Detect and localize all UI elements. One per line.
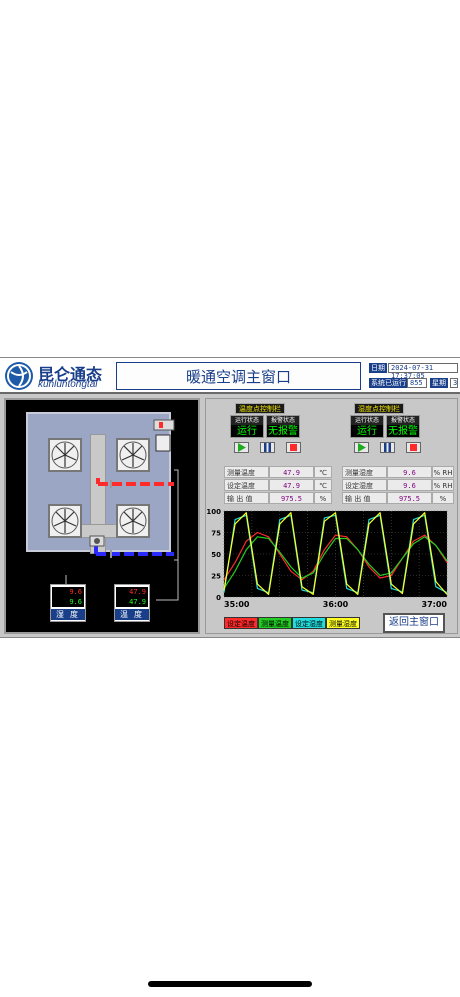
- pause-icon: [384, 443, 391, 452]
- humid-control-title: 湿度点控制栏: [354, 403, 404, 414]
- chart-y-tick-label: 25: [211, 573, 221, 581]
- temperature-display: 47.9 47.9: [116, 587, 148, 607]
- play-icon: [238, 443, 246, 452]
- window-title-text: 暖通空调主窗口: [185, 367, 291, 386]
- humidity-label: 湿度: [51, 609, 85, 620]
- readout-unit: ℃: [314, 479, 332, 491]
- play-icon: [358, 443, 366, 452]
- readout-unit: ℃: [314, 466, 332, 478]
- wifi-icon: [357, 28, 375, 39]
- readout-value: 975.5: [269, 492, 314, 504]
- readout-unit: % RH: [432, 466, 454, 478]
- humid-run-state: 运行状态 运行: [350, 415, 384, 438]
- uptime-value: 855: [407, 378, 427, 388]
- temperature-label: 温度: [115, 609, 149, 620]
- hmi-window: 昆仑通态 kunluntongtai 暖通空调主窗口 日期 2024-07-31…: [0, 357, 460, 638]
- date-label: 日期: [369, 363, 387, 373]
- readout-value: 9.6: [387, 466, 432, 478]
- temp-run-state-value: 运行: [237, 426, 257, 437]
- humidity-value-2: 9.6: [69, 598, 82, 606]
- phone-screen: 10:45 昆仑通态 kunluntongtai 暖通空调主窗口 日期 2024…: [0, 0, 460, 997]
- humidity-display: 9.6 9.6: [52, 587, 84, 607]
- temp-readout-row: 测量温度 47.9 ℃: [224, 466, 332, 478]
- home-indicator[interactable]: [148, 981, 312, 987]
- hmi-header: 昆仑通态 kunluntongtai 暖通空调主窗口 日期 2024-07-31…: [0, 358, 460, 394]
- temp-stop-button[interactable]: [286, 442, 301, 453]
- temp-readout-row: 设定温度 47.9 ℃: [224, 479, 332, 491]
- readout-value: 975.5: [387, 492, 432, 504]
- temp-play-button[interactable]: [234, 442, 249, 453]
- humid-run-state-value: 运行: [357, 426, 377, 437]
- humid-run-state-label: 运行状态: [351, 416, 383, 425]
- window-title: 暖通空调主窗口: [116, 362, 361, 390]
- logo-icon: [5, 362, 33, 390]
- readout-name: 测量湿度: [342, 466, 387, 478]
- temperature-value-2: 47.9: [129, 598, 146, 606]
- legend-item-measured-humid: 测量湿度: [326, 617, 360, 629]
- chart-y-tick-label: 75: [211, 530, 221, 538]
- readout-name: 设定湿度: [342, 479, 387, 491]
- humidity-sensor: 9.6 9.6 湿度: [50, 584, 86, 622]
- humidity-value-1: 9.6: [69, 588, 82, 596]
- return-main-window-button[interactable]: 返回主窗口: [383, 613, 445, 633]
- temp-alarm-state: 报警状态 无报警: [266, 415, 300, 438]
- pause-icon: [264, 443, 271, 452]
- date-value: 2024-07-31 17:37:05: [388, 363, 458, 380]
- legend-item-measured-temp: 测量温度: [258, 617, 292, 629]
- battery-icon: [386, 29, 411, 40]
- chart-x-tick-label: 35:00: [224, 600, 250, 609]
- temp-readouts: 测量温度 47.9 ℃ 设定温度 47.9 ℃ 输 出 值 975.5 %: [224, 466, 332, 504]
- legend-item-set-temp: 设定温度: [224, 617, 258, 629]
- temp-readout-row: 输 出 值 975.5 %: [224, 492, 332, 504]
- legend-item-set-humid: 设定湿度: [292, 617, 326, 629]
- readout-name: 输 出 值: [342, 492, 387, 504]
- readout-name: 输 出 值: [224, 492, 269, 504]
- week-value: 3: [450, 378, 458, 388]
- readout-unit: %: [432, 492, 454, 504]
- uptime-label: 系统已运行: [369, 378, 408, 388]
- temp-run-state: 运行状态 运行: [230, 415, 264, 438]
- status-icons: [356, 26, 416, 46]
- chart-y-tick-label: 100: [206, 509, 221, 516]
- humid-stop-button[interactable]: [406, 442, 421, 453]
- humid-readouts: 测量湿度 9.6 % RH 设定湿度 9.6 % RH 输 出 值 975.5 …: [342, 466, 454, 504]
- control-panel: 温度点控制栏 运行状态 运行 报警状态 无报警 湿度点控制栏 运行状态 运行 报…: [205, 398, 458, 634]
- readout-unit: % RH: [432, 479, 454, 491]
- readout-value: 9.6: [387, 479, 432, 491]
- stop-icon: [290, 444, 297, 451]
- temp-alarm-state-label: 报警状态: [267, 416, 299, 425]
- chart-y-tick-label: 0: [216, 594, 221, 602]
- humid-readout-row: 设定湿度 9.6 % RH: [342, 479, 454, 491]
- temperature-value-1: 47.9: [129, 588, 146, 596]
- readout-unit: %: [314, 492, 332, 504]
- temp-alarm-state-value: 无报警: [268, 426, 298, 437]
- readout-name: 设定温度: [224, 479, 269, 491]
- readout-value: 47.9: [269, 479, 314, 491]
- chart-y-tick-label: 50: [211, 551, 221, 559]
- humid-pause-button[interactable]: [380, 442, 395, 453]
- humid-readout-row: 测量湿度 9.6 % RH: [342, 466, 454, 478]
- schematic-panel: 9.6 9.6 湿度 47.9 47.9 温度: [4, 398, 200, 634]
- chart-x-tick-label: 36:00: [323, 600, 349, 609]
- temperature-sensor: 47.9 47.9 温度: [114, 584, 150, 622]
- temp-run-state-label: 运行状态: [231, 416, 263, 425]
- humid-alarm-state-label: 报警状态: [387, 416, 419, 425]
- trend-chart: 0 25 50 75 100 35:00 36:00 37:00: [206, 509, 448, 609]
- humid-readout-row: 输 出 值 975.5 %: [342, 492, 454, 504]
- chart-x-tick-label: 37:00: [422, 600, 448, 609]
- readout-name: 测量温度: [224, 466, 269, 478]
- temp-pause-button[interactable]: [260, 442, 275, 453]
- temp-control-title: 温度点控制栏: [235, 403, 285, 414]
- chart-legend: 设定温度 测量温度 设定湿度 测量湿度: [224, 617, 360, 629]
- humid-alarm-state-value: 无报警: [388, 426, 418, 437]
- week-label: 星期: [430, 378, 448, 388]
- humid-alarm-state: 报警状态 无报警: [386, 415, 420, 438]
- humid-play-button[interactable]: [354, 442, 369, 453]
- readout-value: 47.9: [269, 466, 314, 478]
- status-time: 10:45: [58, 22, 110, 44]
- stop-icon: [410, 444, 417, 451]
- logo-text-en: kunluntongtai: [38, 379, 98, 390]
- pipe-diagram: [65, 419, 179, 601]
